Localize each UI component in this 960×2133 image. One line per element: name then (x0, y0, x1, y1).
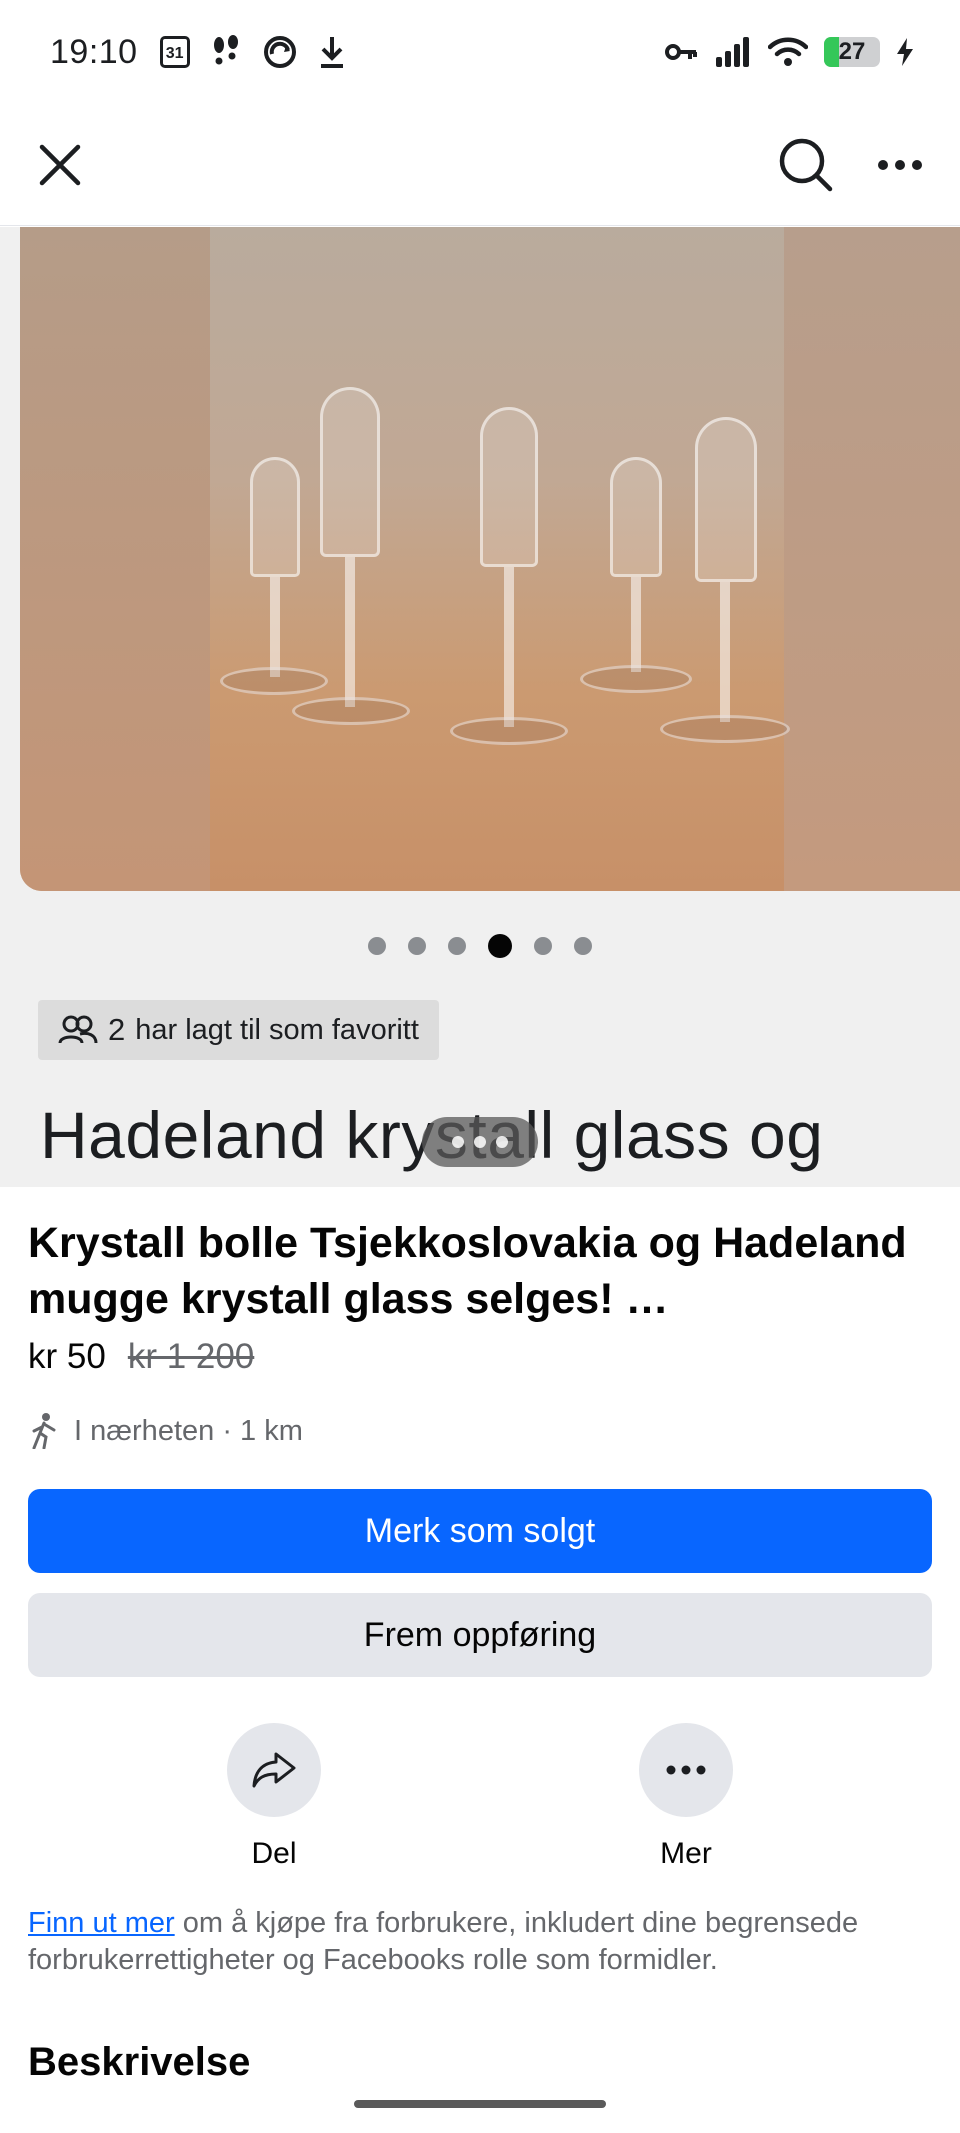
listing-photo[interactable] (20, 227, 960, 891)
walking-person-icon (32, 1413, 56, 1449)
status-left-icons: 31 (159, 34, 346, 70)
top-nav (0, 104, 960, 226)
status-bar: 19:10 31 27 (0, 0, 960, 104)
footsteps-icon (213, 35, 238, 65)
vpn-key-icon (665, 44, 697, 60)
favorites-label: har lagt til som favoritt (135, 1013, 419, 1046)
more-button[interactable] (639, 1723, 733, 1817)
close-icon (39, 144, 81, 185)
consumer-info-text: Finn ut mer om å kjøpe fra forbrukere, i… (28, 1905, 932, 1979)
share-action[interactable]: Del (174, 1723, 374, 1871)
action-row: Del Mer (28, 1723, 932, 1871)
share-label: Del (251, 1837, 297, 1870)
listing-details: Krystall bolle Tsjekkoslovakia og Hadela… (0, 1187, 960, 1979)
search-button[interactable] (774, 133, 838, 197)
calendar-icon: 31 (159, 36, 190, 68)
location-row: I nærheten · 1 km (28, 1413, 932, 1449)
price-row: kr 50 kr 1 200 (28, 1337, 932, 1377)
image-carousel[interactable]: 2 har lagt til som favoritt Hadeland kry… (0, 227, 960, 1187)
wifi-icon (768, 37, 808, 66)
share-button[interactable] (227, 1723, 321, 1817)
carousel-dot[interactable] (534, 937, 552, 955)
share-icon (252, 1752, 296, 1788)
favorites-count: 2 (108, 1012, 126, 1047)
signal-icon (716, 37, 749, 67)
battery-level: 27 (838, 38, 866, 65)
carousel-indicator (0, 934, 960, 958)
download-icon (320, 37, 343, 68)
battery-icon: 27 (824, 37, 880, 67)
location-text: I nærheten · 1 km (74, 1414, 303, 1447)
cloud-sync-icon (263, 36, 296, 68)
more-label: Mer (660, 1837, 712, 1870)
more-icon (878, 159, 922, 170)
learn-more-link[interactable]: Finn ut mer (28, 1907, 175, 1939)
nav-right (774, 133, 932, 197)
home-indicator[interactable] (354, 2100, 606, 2108)
charging-icon (897, 38, 913, 66)
more-options-button[interactable] (868, 133, 932, 197)
status-time: 19:10 (50, 32, 138, 71)
more-action[interactable]: Mer (586, 1723, 786, 1871)
carousel-dot-active[interactable] (488, 934, 512, 958)
status-right-icons: 27 (664, 37, 914, 67)
carousel-dot[interactable] (448, 937, 466, 955)
carousel-dot[interactable] (368, 937, 386, 955)
more-icon (666, 1765, 706, 1775)
favorites-chip: 2 har lagt til som favoritt (38, 1000, 439, 1060)
listing-title: Krystall bolle Tsjekkoslovakia og Hadela… (28, 1219, 907, 1323)
listing-price: kr 50 (28, 1337, 106, 1376)
description-heading: Beskrivelse (28, 2040, 251, 2084)
close-button[interactable] (28, 133, 92, 197)
search-icon (779, 138, 833, 191)
promote-listing-button[interactable]: Frem oppføring (28, 1593, 932, 1677)
original-price: kr 1 200 (127, 1337, 255, 1376)
carousel-dot[interactable] (574, 937, 592, 955)
mark-sold-button[interactable]: Merk som solgt (28, 1489, 932, 1573)
people-icon (58, 1015, 98, 1044)
overlay-dots-pill (422, 1117, 538, 1167)
carousel-dot[interactable] (408, 937, 426, 955)
